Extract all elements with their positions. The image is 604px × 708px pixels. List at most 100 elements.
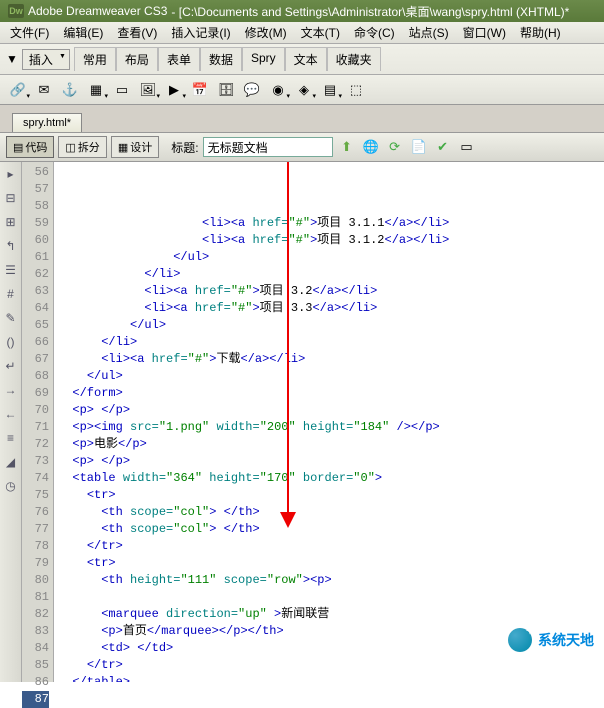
highlight-icon[interactable]: ✎	[3, 310, 19, 326]
div-icon[interactable]: ▭	[112, 80, 132, 100]
code-line[interactable]: <li><a href="#">下载</a></li>	[58, 351, 600, 368]
check-icon[interactable]: ✔	[433, 137, 453, 157]
insert-tabs: 常用布局表单数据Spry文本收藏夹	[74, 47, 381, 71]
insert-tab[interactable]: 数据	[200, 47, 242, 71]
menu-item[interactable]: 编辑(E)	[57, 22, 109, 43]
insert-toggle[interactable]: ▼	[6, 52, 18, 66]
code-line[interactable]	[58, 589, 600, 606]
code-line[interactable]: <li><a href="#">项目 3.1.2</a></li>	[58, 232, 600, 249]
code-line[interactable]: <li><a href="#">项目 3.3</a></li>	[58, 300, 600, 317]
code-line[interactable]: <p> </p>	[58, 402, 600, 419]
code-line[interactable]: </li>	[58, 334, 600, 351]
upload-icon[interactable]: ⬆	[337, 137, 357, 157]
menu-item[interactable]: 文件(F)	[4, 22, 55, 43]
code-line[interactable]: </li>	[58, 266, 600, 283]
balance-icon[interactable]: ()	[3, 334, 19, 350]
code-line[interactable]: <p><img src="1.png" width="200" height="…	[58, 419, 600, 436]
code-line[interactable]: </tr>	[58, 538, 600, 555]
recent-icon[interactable]: ◷	[3, 478, 19, 494]
title-label: 标题:	[171, 139, 198, 156]
insert-tab[interactable]: 常用	[74, 47, 116, 71]
code-line[interactable]: <p>电影</p>	[58, 436, 600, 453]
menu-item[interactable]: 窗口(W)	[457, 22, 512, 43]
menu-item[interactable]: 查看(V)	[111, 22, 163, 43]
tag-icon[interactable]: ⬚	[346, 80, 366, 100]
code-line[interactable]: <marquee direction="up" >新闻联营	[58, 606, 600, 623]
title-input[interactable]	[203, 137, 333, 157]
code-line[interactable]: <th scope="col"> </th>	[58, 504, 600, 521]
menu-item[interactable]: 命令(C)	[348, 22, 401, 43]
code-line[interactable]: </ul>	[58, 317, 600, 334]
insert-tab[interactable]: Spry	[242, 47, 285, 71]
code-line[interactable]: <p> </p>	[58, 453, 600, 470]
code-area[interactable]: <li><a href="#">项目 3.1.1</a></li> <li><a…	[54, 162, 604, 682]
script-icon[interactable]: ◈	[294, 80, 314, 100]
code-line[interactable]: </ul>	[58, 249, 600, 266]
menu-item[interactable]: 帮助(H)	[514, 22, 567, 43]
date-icon[interactable]: 📅	[190, 80, 210, 100]
watermark: 系统天地	[508, 628, 594, 652]
head-icon[interactable]: ◉	[268, 80, 288, 100]
refresh-icon[interactable]: ⟳	[385, 137, 405, 157]
code-line[interactable]: </table>	[58, 674, 600, 682]
template-icon[interactable]: ▤	[320, 80, 340, 100]
code-toolbar: ▸ ⊟ ⊞ ↰ ☰ # ✎ () ↵ → ← ≡ ◢ ◷	[0, 162, 22, 682]
comment-icon[interactable]: 💬	[242, 80, 262, 100]
code-line[interactable]: <tr>	[58, 487, 600, 504]
menu-bar: 文件(F)编辑(E)查看(V)插入记录(I)修改(M)文本(T)命令(C)站点(…	[0, 22, 604, 44]
icon-toolbar: 🔗 ✉ ⚓ ▦ ▭ 🖼 ▶ 📅 🗄 💬 ◉ ◈ ▤ ⬚	[0, 75, 604, 105]
code-line[interactable]: <table width="364" height="170" border="…	[58, 470, 600, 487]
table-icon[interactable]: ▦	[86, 80, 106, 100]
app-icon: Dw	[8, 4, 24, 18]
code-line[interactable]: <li><a href="#">项目 3.1.1</a></li>	[58, 215, 600, 232]
open-docs-icon[interactable]: ▸	[3, 166, 19, 182]
media-icon[interactable]: ▶	[164, 80, 184, 100]
code-line[interactable]: </tr>	[58, 657, 600, 674]
editor: ▸ ⊟ ⊞ ↰ ☰ # ✎ () ↵ → ← ≡ ◢ ◷ 56575859606…	[0, 162, 604, 682]
menu-item[interactable]: 文本(T)	[295, 22, 346, 43]
code-line[interactable]: <th height="111" scope="row"><p>	[58, 572, 600, 589]
code-view-button[interactable]: ▤ 代码	[6, 136, 54, 158]
insert-dropdown[interactable]: 插入	[22, 49, 70, 70]
insert-tab[interactable]: 表单	[158, 47, 200, 71]
collapse-icon[interactable]: ⊟	[3, 190, 19, 206]
outdent-icon[interactable]: ←	[3, 406, 19, 422]
globe-icon[interactable]: 🌐	[361, 137, 381, 157]
design-view-button[interactable]: ▦ 设计	[111, 136, 159, 158]
app-title: Adobe Dreamweaver CS3	[28, 4, 167, 18]
insert-tab[interactable]: 收藏夹	[327, 47, 381, 71]
wrap-icon[interactable]: ↵	[3, 358, 19, 374]
split-view-button[interactable]: ◫ 拆分	[58, 136, 106, 158]
code-line[interactable]: </ul>	[58, 368, 600, 385]
anchor-icon[interactable]: ⚓	[60, 80, 80, 100]
menu-item[interactable]: 站点(S)	[403, 22, 455, 43]
snippet-icon[interactable]: ◢	[3, 454, 19, 470]
indent-icon[interactable]: →	[3, 382, 19, 398]
options-icon[interactable]: ▭	[457, 137, 477, 157]
parent-icon[interactable]: ↰	[3, 238, 19, 254]
code-line[interactable]: </form>	[58, 385, 600, 402]
document-tab[interactable]: spry.html*	[12, 113, 82, 132]
doc-path: - [C:\Documents and Settings\Administrat…	[171, 3, 569, 20]
image-icon[interactable]: 🖼	[138, 80, 158, 100]
hyperlink-icon[interactable]: 🔗	[8, 80, 28, 100]
email-icon[interactable]: ✉	[34, 80, 54, 100]
insert-tab[interactable]: 文本	[285, 47, 327, 71]
insert-tab[interactable]: 布局	[116, 47, 158, 71]
code-line[interactable]: <tr>	[58, 555, 600, 572]
code-line[interactable]: <li><a href="#">项目 3.2</a></li>	[58, 283, 600, 300]
menu-item[interactable]: 修改(M)	[239, 22, 293, 43]
line-num-icon[interactable]: #	[3, 286, 19, 302]
server-icon[interactable]: 🗄	[216, 80, 236, 100]
watermark-icon	[508, 628, 532, 652]
expand-icon[interactable]: ⊞	[3, 214, 19, 230]
insert-bar: ▼ 插入 常用布局表单数据Spry文本收藏夹	[0, 44, 604, 75]
menu-item[interactable]: 插入记录(I)	[165, 22, 236, 43]
code-line[interactable]: <th scope="col"> </th>	[58, 521, 600, 538]
title-bar: Dw Adobe Dreamweaver CS3 - [C:\Documents…	[0, 0, 604, 22]
line-gutter: 5657585960616263646566676869707172737475…	[22, 162, 54, 682]
watermark-text: 系统天地	[538, 630, 594, 650]
format-icon[interactable]: ≡	[3, 430, 19, 446]
doc-icon[interactable]: 📄	[409, 137, 429, 157]
select-icon[interactable]: ☰	[3, 262, 19, 278]
